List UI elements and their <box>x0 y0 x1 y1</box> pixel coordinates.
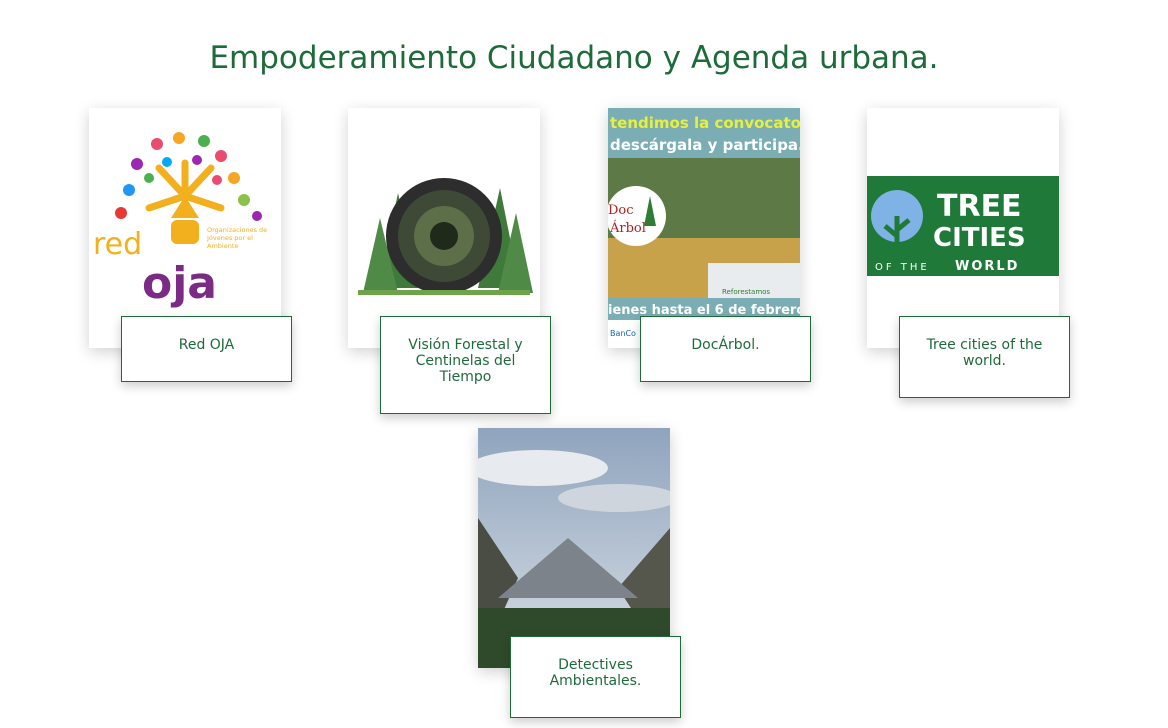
svg-text:TREE: TREE <box>937 189 1022 224</box>
card-label-vision-forestal[interactable]: Visión Forestal y Centinelas del Tiempo <box>380 316 551 414</box>
card-detectives-ambientales[interactable] <box>478 428 670 668</box>
svg-text:CITIES: CITIES <box>933 223 1026 253</box>
card-label-docarbol[interactable]: DocÁrbol. <box>640 316 811 382</box>
svg-text:OF THE: OF THE <box>875 262 930 273</box>
red-word: red <box>93 227 142 262</box>
card-docarbol[interactable]: tendimos la convocator descárgala y part… <box>608 108 800 348</box>
svg-text:Organizaciones de: Organizaciones de <box>207 226 267 234</box>
svg-text:Jóvenes por el: Jóvenes por el <box>206 234 253 242</box>
docarbol-poster-image: tendimos la convocator descárgala y part… <box>608 108 800 348</box>
vision-forestal-logo-image <box>348 108 540 348</box>
red-oja-logo-image: red Organizaciones de Jóvenes por el Amb… <box>89 108 281 348</box>
card-label-red-oja[interactable]: Red OJA <box>121 316 292 382</box>
detectives-valley-photo <box>478 428 670 668</box>
svg-text:tendimos la convocator: tendimos la convocator <box>610 114 800 132</box>
oja-word: oja <box>142 258 217 309</box>
card-vision-forestal[interactable] <box>348 108 540 348</box>
card-red-oja[interactable]: red Organizaciones de Jóvenes por el Amb… <box>89 108 281 348</box>
svg-text:Ambiente: Ambiente <box>207 242 238 250</box>
svg-text:Árbol: Árbol <box>609 220 646 236</box>
svg-text:Reforestamos: Reforestamos <box>722 288 770 296</box>
tree-cities-logo-image: TREE CITIES OF THE WORLD <box>867 108 1059 348</box>
svg-text:WORLD: WORLD <box>955 259 1019 274</box>
page-title: Empoderamiento Ciudadano y Agenda urbana… <box>209 40 939 76</box>
svg-text:BanCo: BanCo <box>610 329 636 338</box>
svg-text:Doc: Doc <box>608 203 634 218</box>
card-label-tree-cities[interactable]: Tree cities of the world. <box>899 316 1070 398</box>
svg-text:descárgala y participa.: descárgala y participa. <box>610 136 800 154</box>
card-tree-cities[interactable]: TREE CITIES OF THE WORLD <box>867 108 1059 348</box>
card-label-detectives-ambientales[interactable]: Detectives Ambientales. <box>510 636 681 718</box>
